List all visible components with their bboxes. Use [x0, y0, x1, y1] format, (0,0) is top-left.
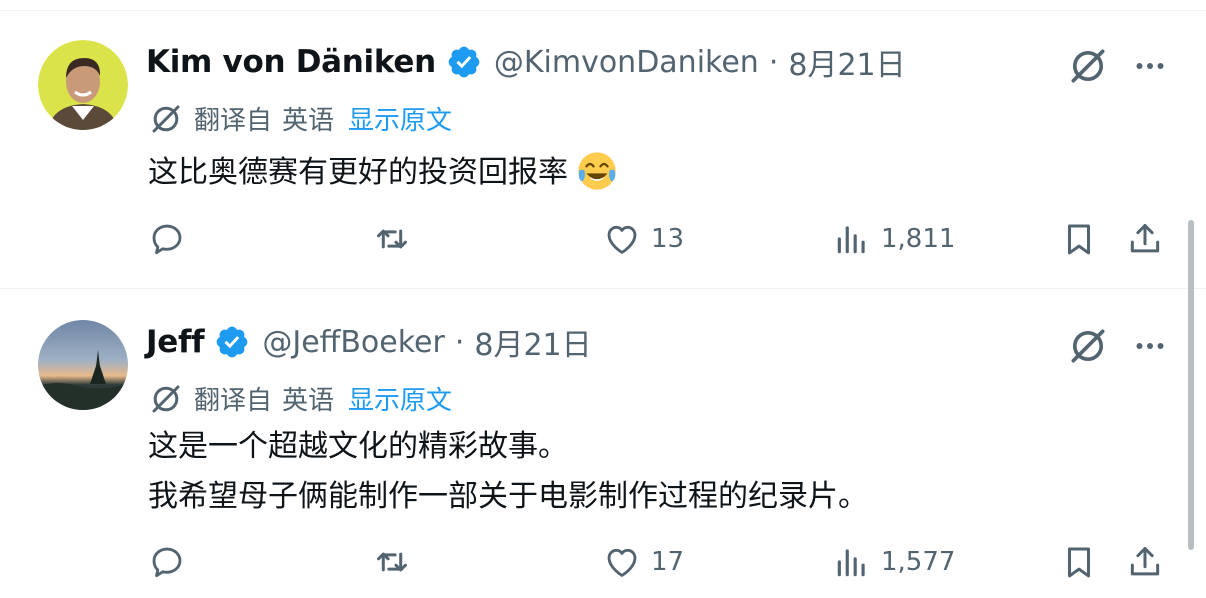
tweet-divider [0, 288, 1206, 289]
bookmark-icon [1067, 224, 1091, 255]
timestamp[interactable]: 8月21日 [788, 40, 905, 84]
translated-from-label: 翻译自 [194, 106, 273, 136]
share-button[interactable] [1126, 217, 1164, 261]
views-chart-icon [837, 549, 865, 577]
separator: · [454, 324, 465, 360]
more-options-icon[interactable] [1132, 48, 1168, 84]
retweet-icon [377, 552, 407, 572]
views-button[interactable]: 1,577 [833, 540, 955, 584]
share-button[interactable] [1126, 540, 1164, 584]
tweet-actions: 13 1,811 [148, 217, 1168, 261]
tweet-jeff[interactable]: Jeff @JeffBoeker · 8月21日 翻译自 英语 显示原文 这是一… [0, 294, 1180, 578]
grok-icon[interactable] [1066, 324, 1110, 368]
avatar-jeff[interactable] [38, 320, 128, 410]
reply-button[interactable] [148, 217, 186, 261]
show-original-link[interactable]: 显示原文 [348, 100, 452, 137]
heart-icon [607, 225, 637, 254]
like-button[interactable]: 13 [603, 217, 684, 261]
like-count: 17 [651, 547, 685, 577]
reply-icon [152, 224, 182, 255]
handle[interactable]: @KimvonDaniken [494, 45, 759, 80]
share-icon [1130, 547, 1160, 576]
tweet-top-actions [1066, 324, 1168, 368]
verified-badge-icon[interactable] [214, 324, 250, 360]
display-name[interactable]: Kim von Däniken [146, 44, 436, 80]
tweet-text-line: 我希望母子俩能制作一部关于电影制作过程的纪录片。 [148, 479, 868, 514]
avatar-kim[interactable] [38, 40, 128, 130]
handle[interactable]: @JeffBoeker [262, 325, 444, 360]
show-original-link[interactable]: 显示原文 [348, 380, 452, 417]
grok-translate-icon [152, 105, 180, 132]
tweet-header: Kim von Däniken @KimvonDaniken · 8月21日 [146, 40, 906, 84]
reply-button[interactable] [148, 540, 186, 584]
top-divider [0, 10, 1206, 11]
views-chart-icon [837, 226, 865, 254]
retweet-button[interactable] [373, 540, 411, 584]
tweet-actions: 17 1,577 [148, 540, 1168, 584]
tweet-header: Jeff @JeffBoeker · 8月21日 [146, 320, 592, 364]
display-name[interactable]: Jeff [146, 324, 205, 360]
grok-icon[interactable] [1066, 44, 1110, 88]
like-button[interactable]: 17 [603, 540, 684, 584]
verified-badge-icon[interactable] [446, 44, 482, 80]
translated-from-label: 翻译自 [194, 386, 273, 416]
views-button[interactable]: 1,811 [833, 217, 955, 261]
tweet-text: 这是一个超越文化的精彩故事。 我希望母子俩能制作一部关于电影制作过程的纪录片。 [148, 422, 868, 522]
source-language: 英语 [282, 106, 335, 136]
reply-icon [152, 547, 182, 578]
bookmark-button[interactable] [1060, 540, 1098, 584]
bookmark-icon [1067, 547, 1091, 578]
tweet-text-line: 这是一个超越文化的精彩故事。 [148, 429, 568, 464]
tweet-top-actions [1066, 44, 1168, 88]
scrollbar[interactable] [1188, 220, 1194, 550]
bookmark-button[interactable] [1060, 217, 1098, 261]
timestamp[interactable]: 8月21日 [474, 320, 591, 364]
source-language: 英语 [282, 386, 335, 416]
tweet-kim[interactable]: Kim von Däniken @KimvonDaniken · 8月21日 翻… [0, 14, 1180, 284]
tweet-text: 这比奥德赛有更好的投资回报率 [148, 148, 618, 198]
share-icon [1130, 224, 1160, 253]
heart-icon [607, 548, 637, 577]
more-options-icon[interactable] [1132, 328, 1168, 364]
face-with-tears-of-joy-icon [578, 151, 616, 190]
views-count: 1,577 [881, 547, 956, 577]
separator: · [768, 44, 779, 80]
translation-notice: 翻译自 英语 显示原文 [148, 100, 452, 137]
views-count: 1,811 [881, 224, 956, 254]
retweet-icon [377, 229, 407, 249]
like-count: 13 [651, 224, 685, 254]
grok-translate-icon [152, 385, 180, 412]
tweet-text-line: 这比奥德赛有更好的投资回报率 [148, 155, 568, 190]
retweet-button[interactable] [373, 217, 411, 261]
translation-notice: 翻译自 英语 显示原文 [148, 380, 452, 417]
